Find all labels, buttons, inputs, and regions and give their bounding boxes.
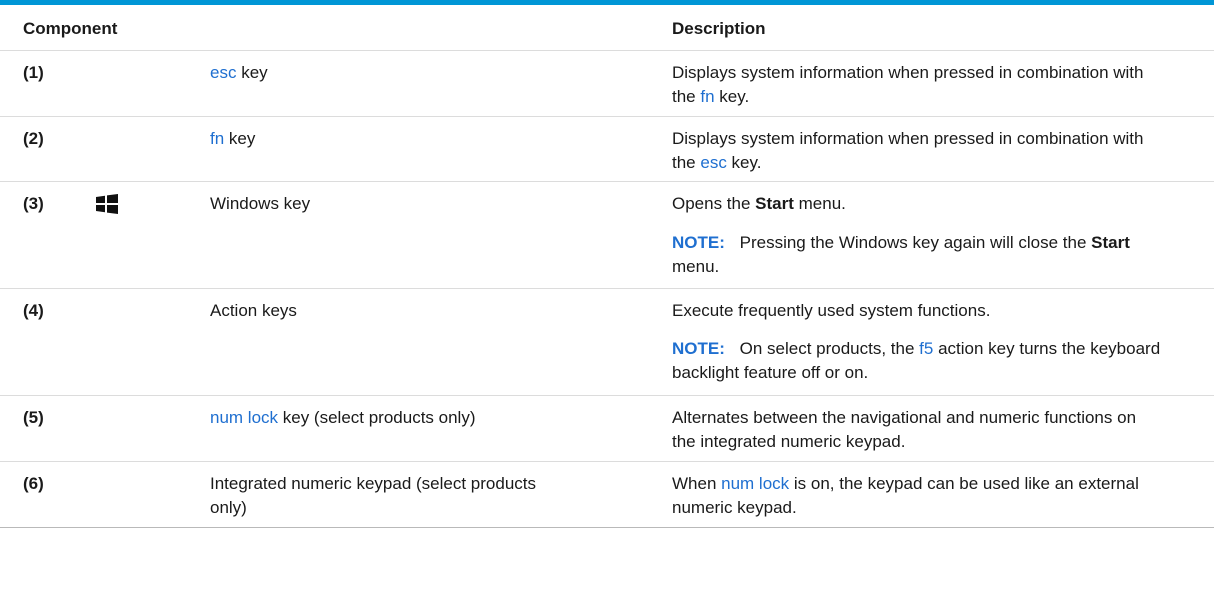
table-row: (6) Integrated numeric keypad (select pr… [0, 462, 1214, 528]
component-name: Integrated numeric keypad (select produc… [210, 474, 537, 517]
row-number: (2) [23, 129, 44, 148]
table-row: (1) esc key Displays system information … [0, 51, 1214, 117]
component-table: Component Description (1) esc key Displa… [0, 0, 1214, 528]
table-header: Component Description [0, 5, 1214, 51]
note-label: NOTE: [672, 233, 725, 252]
row-number: (4) [23, 301, 44, 320]
row-number: (3) [23, 194, 44, 213]
fn-key-link[interactable]: fn [210, 129, 224, 148]
component-description: Displays system information when pressed… [672, 129, 1144, 172]
component-description: Execute frequently used system functions… [672, 301, 991, 320]
num-lock-link[interactable]: num lock [721, 474, 789, 493]
esc-key-link[interactable]: esc [210, 63, 236, 82]
f5-key-link[interactable]: f5 [919, 339, 933, 358]
component-header: Component [23, 19, 118, 38]
row-number: (1) [23, 63, 44, 82]
note: NOTE: Pressing the Windows key again wil… [672, 233, 1130, 276]
component-name: esc key [210, 63, 268, 82]
table-row: (5) num lock key (select products only) … [0, 396, 1214, 462]
component-name: Windows key [210, 194, 311, 213]
note-label: NOTE: [672, 339, 725, 358]
component-name: num lock key (select products only) [210, 408, 476, 427]
fn-key-link[interactable]: fn [700, 87, 714, 106]
component-description: When num lock is on, the keypad can be u… [672, 474, 1139, 517]
row-number: (5) [23, 408, 44, 427]
table-row: (4) Action keys Execute frequently used … [0, 289, 1214, 396]
table-row: (2) fn key Displays system information w… [0, 117, 1214, 182]
component-description: Alternates between the navigational and … [672, 408, 1137, 451]
esc-key-link[interactable]: esc [700, 153, 726, 172]
row-number: (6) [23, 474, 44, 493]
num-lock-link[interactable]: num lock [210, 408, 278, 427]
description-header: Description [672, 19, 766, 38]
component-description: Displays system information when pressed… [672, 63, 1144, 106]
component-name: Action keys [210, 301, 297, 320]
component-description: Opens the Start menu. [672, 194, 846, 213]
note: NOTE: On select products, the f5 action … [672, 339, 1161, 382]
table-row: (3) Windows key Opens the Start menu. NO… [0, 182, 1214, 289]
windows-logo-icon [96, 194, 118, 214]
component-name: fn key [210, 129, 256, 148]
